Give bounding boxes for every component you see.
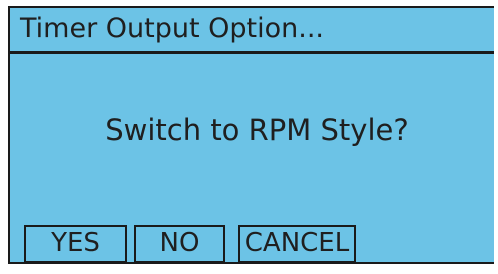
dialog-message: Switch to RPM Style? <box>105 113 409 147</box>
dialog-title: Timer Output Option... <box>20 13 324 44</box>
dialog-title-bar: Timer Output Option... <box>10 8 494 54</box>
lcd-screen: Timer Output Option... Switch to RPM Sty… <box>8 6 494 264</box>
no-button[interactable]: NO <box>134 225 225 263</box>
cancel-button[interactable]: CANCEL <box>238 225 356 263</box>
yes-button[interactable]: YES <box>24 225 127 263</box>
